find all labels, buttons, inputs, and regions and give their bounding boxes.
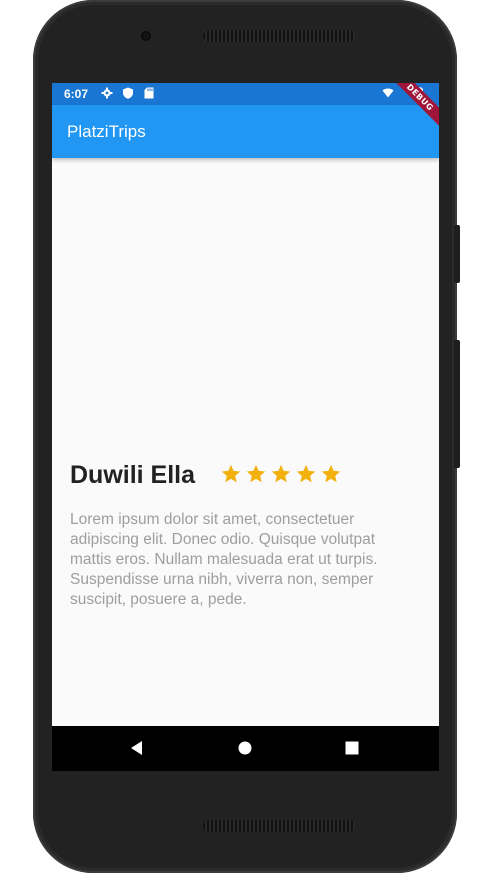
home-icon[interactable] (236, 739, 254, 757)
shield-icon (123, 87, 133, 99)
star-icon (271, 464, 291, 483)
volume-button (454, 340, 460, 468)
star-icon (296, 464, 316, 483)
status-bar: 6:07 (52, 83, 439, 105)
star-icon (246, 464, 266, 483)
wifi-icon (382, 88, 394, 98)
status-time: 6:07 (64, 87, 89, 101)
star-icon (321, 464, 341, 483)
gear-icon (101, 87, 113, 99)
sd-card-icon (144, 87, 154, 99)
back-icon[interactable] (128, 739, 146, 757)
place-description: Lorem ipsum dolor sit amet, consectetuer… (70, 511, 378, 608)
power-button (454, 225, 460, 283)
device-screen: 6:07 PlatziTrips DEBUG Duwili Ella Lorem… (52, 83, 439, 771)
recents-icon[interactable] (343, 739, 361, 757)
top-speaker (203, 30, 355, 42)
navigation-bar (52, 726, 439, 771)
star-icon (221, 464, 241, 483)
front-camera (141, 31, 151, 41)
app-bar: PlatziTrips (52, 105, 439, 158)
place-title: Duwili Ella (70, 461, 196, 489)
bottom-speaker (203, 820, 355, 832)
app-title: PlatziTrips (67, 122, 146, 141)
